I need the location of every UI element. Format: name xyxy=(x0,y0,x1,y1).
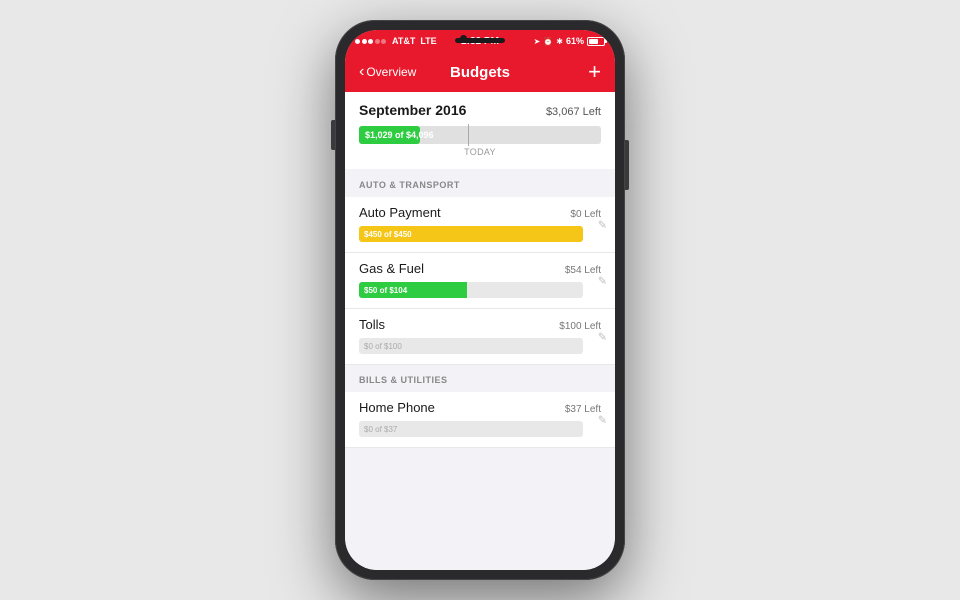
nav-title: Budgets xyxy=(450,64,510,81)
battery-icon xyxy=(587,37,605,46)
auto-payment-name: Auto Payment xyxy=(359,205,441,220)
screen: AT&T LTE 2:32 PM ➤ ⏰ ✱ 61% ‹ xyxy=(345,30,615,570)
scroll-content[interactable]: September 2016 $3,067 Left $1,029 of $4,… xyxy=(345,92,615,570)
add-button[interactable]: + xyxy=(588,61,601,83)
signal-dot-2 xyxy=(362,39,367,44)
phone-frame: AT&T LTE 2:32 PM ➤ ⏰ ✱ 61% ‹ xyxy=(335,20,625,580)
home-phone-left: $37 Left xyxy=(565,404,601,415)
alarm-icon: ⏰ xyxy=(543,37,553,46)
gas-fuel-progress-fill: $50 of $104 xyxy=(359,282,467,298)
home-phone-progress-bg: $0 of $37 xyxy=(359,421,583,437)
carrier-label: AT&T xyxy=(392,36,415,46)
september-amount-left: $3,067 Left xyxy=(546,106,601,118)
today-marker xyxy=(468,124,469,146)
auto-payment-left: $0 Left xyxy=(570,209,601,220)
gas-fuel-edit-icon[interactable]: ✎ xyxy=(598,274,607,287)
home-phone-progress-label: $0 of $37 xyxy=(359,425,397,434)
september-title: September 2016 xyxy=(359,102,466,118)
category-bills-label: BILLS & UTILITIES xyxy=(359,375,448,385)
tolls-progress-label: $0 of $100 xyxy=(359,342,402,351)
auto-payment-edit-icon[interactable]: ✎ xyxy=(598,218,607,231)
signal-dot-5 xyxy=(381,39,386,44)
location-icon: ➤ xyxy=(534,37,541,46)
budget-item-auto-payment[interactable]: Auto Payment $0 Left $450 of $450 ✎ xyxy=(345,197,615,253)
gas-fuel-left: $54 Left xyxy=(565,265,601,276)
category-bills-utilities: BILLS & UTILITIES xyxy=(345,365,615,392)
tolls-left: $100 Left xyxy=(559,321,601,332)
tolls-progress-bg: $0 of $100 xyxy=(359,338,583,354)
back-label: Overview xyxy=(366,65,416,79)
september-progress-fill: $1,029 of $4,096 xyxy=(359,126,420,144)
auto-payment-progress-label: $450 of $450 xyxy=(364,230,412,239)
signal-dot-4 xyxy=(375,39,380,44)
september-progress-label: $1,029 of $4,096 xyxy=(365,130,434,140)
budget-item-gas-fuel[interactable]: Gas & Fuel $54 Left $50 of $104 ✎ xyxy=(345,253,615,309)
gas-fuel-name: Gas & Fuel xyxy=(359,261,424,276)
today-label: TODAY xyxy=(359,147,601,157)
battery-percent: 61% xyxy=(566,36,584,46)
back-chevron-icon: ‹ xyxy=(359,63,364,81)
home-phone-name: Home Phone xyxy=(359,400,435,415)
category-auto-transport: AUTO & TRANSPORT xyxy=(345,170,615,197)
signal-dot-3 xyxy=(368,39,373,44)
gas-fuel-progress-bg: $50 of $104 xyxy=(359,282,583,298)
auto-payment-progress-bg: $450 of $450 xyxy=(359,226,583,242)
tolls-edit-icon[interactable]: ✎ xyxy=(598,330,607,343)
nav-bar: ‹ Overview Budgets + xyxy=(345,52,615,92)
tolls-name: Tolls xyxy=(359,317,385,332)
home-phone-edit-icon[interactable]: ✎ xyxy=(598,413,607,426)
category-auto-label: AUTO & TRANSPORT xyxy=(359,180,460,190)
bluetooth-icon: ✱ xyxy=(556,37,563,46)
gas-fuel-progress-label: $50 of $104 xyxy=(364,286,407,295)
network-label: LTE xyxy=(420,36,436,46)
speaker xyxy=(455,38,505,43)
back-button[interactable]: ‹ Overview xyxy=(359,63,416,81)
september-section: September 2016 $3,067 Left $1,029 of $4,… xyxy=(345,92,615,169)
budget-item-tolls[interactable]: Tolls $100 Left $0 of $100 ✎ xyxy=(345,309,615,365)
auto-payment-progress-fill: $450 of $450 xyxy=(359,226,583,242)
signal-dot-1 xyxy=(355,39,360,44)
budget-item-home-phone[interactable]: Home Phone $37 Left $0 of $37 ✎ xyxy=(345,392,615,448)
phone-inner: AT&T LTE 2:32 PM ➤ ⏰ ✱ 61% ‹ xyxy=(345,30,615,570)
september-progress-container: $1,029 of $4,096 xyxy=(359,126,601,144)
battery-fill xyxy=(589,39,598,44)
